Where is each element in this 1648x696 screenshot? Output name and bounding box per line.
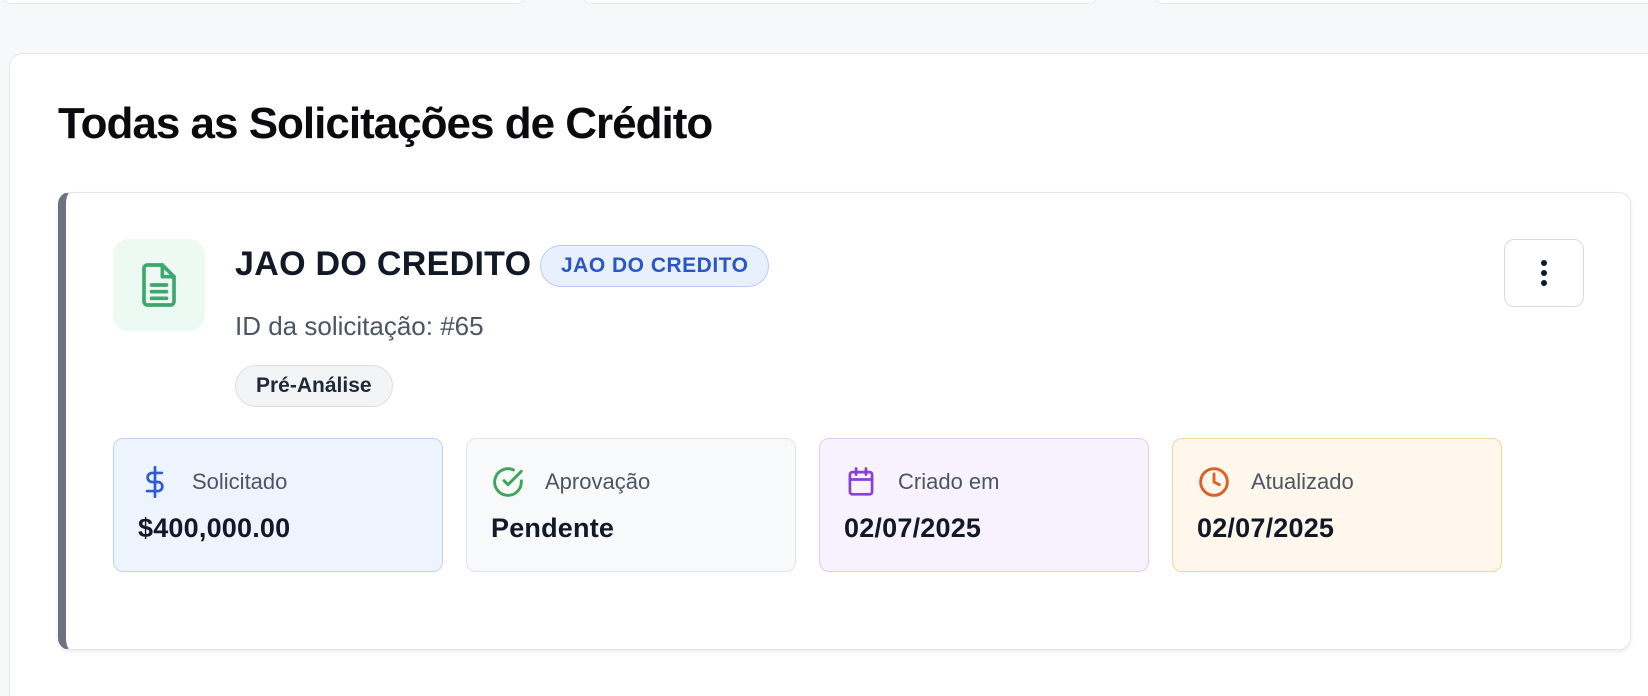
dollar-icon <box>138 465 172 499</box>
top-summary-card-1 <box>0 0 528 4</box>
info-label: Solicitado <box>192 469 288 494</box>
info-value: 02/07/2025 <box>1197 513 1335 543</box>
more-vertical-icon <box>1541 260 1547 286</box>
request-info-row: Solicitado $400,000.00 Aprovação Pendent… <box>113 438 1502 572</box>
check-circle-icon <box>491 465 525 499</box>
info-value: $400,000.00 <box>138 513 291 543</box>
info-approval: Aprovação Pendente <box>466 438 796 572</box>
request-type-badge: JAO DO CREDITO <box>540 245 770 287</box>
top-summary-card-3 <box>1152 0 1648 4</box>
info-created-at: Criado em 02/07/2025 <box>819 438 1149 572</box>
info-value: Pendente <box>491 513 615 543</box>
status-badge: Pré-Análise <box>235 365 393 407</box>
info-value: 02/07/2025 <box>844 513 982 543</box>
calendar-icon <box>844 465 878 499</box>
info-label: Criado em <box>898 469 1000 494</box>
info-label: Aprovação <box>545 469 651 494</box>
request-id: ID da solicitação: #65 <box>235 311 484 341</box>
request-name: JAO DO CREDITO <box>235 245 532 283</box>
credit-request-card[interactable]: JAO DO CREDITO JAO DO CREDITO ID da soli… <box>58 192 1631 650</box>
more-options-button[interactable] <box>1504 239 1584 307</box>
page-title: Todas as Solicitações de Crédito <box>58 99 713 148</box>
top-summary-card-2 <box>580 0 1100 4</box>
clock-icon <box>1197 465 1231 499</box>
info-label: Atualizado <box>1251 469 1354 494</box>
info-updated-at: Atualizado 02/07/2025 <box>1172 438 1502 572</box>
credit-requests-panel: Todas as Solicitações de Crédito JAO DO … <box>9 53 1648 696</box>
info-requested-amount: Solicitado $400,000.00 <box>113 438 443 572</box>
document-icon <box>113 239 205 331</box>
